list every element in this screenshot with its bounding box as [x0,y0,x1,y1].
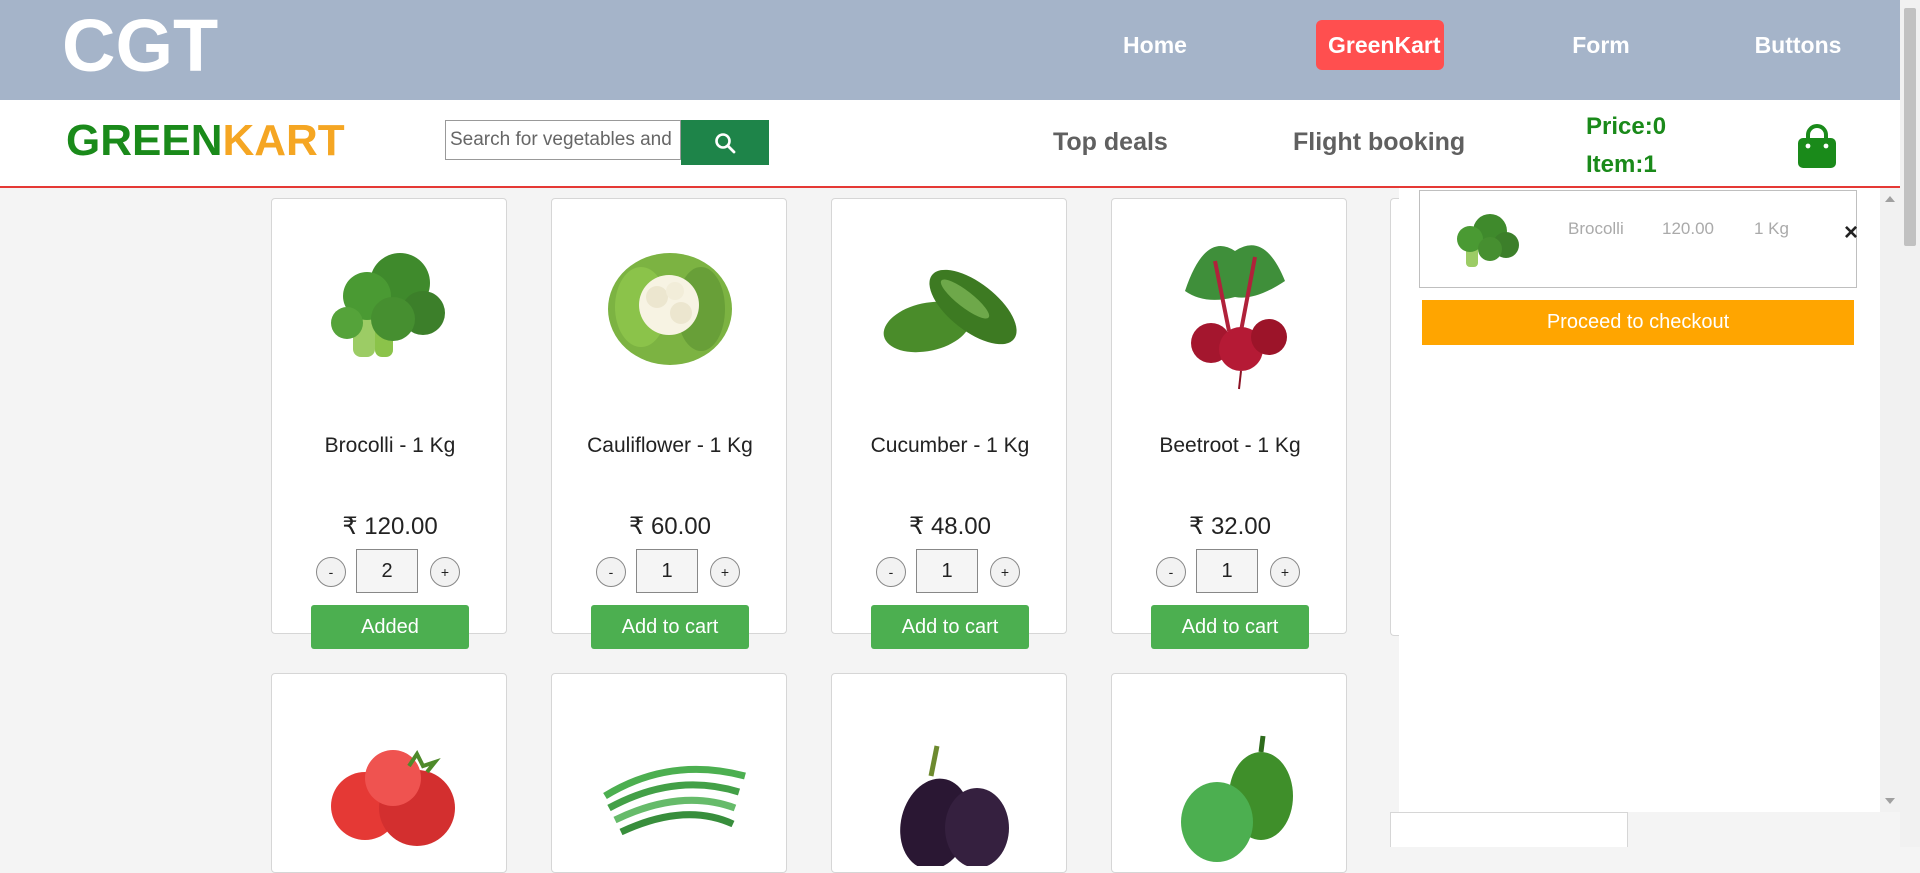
cart-item: Brocolli 120.00 1 Kg × [1419,190,1858,288]
add-to-cart-button[interactable]: Add to cart [1151,605,1309,649]
close-icon[interactable]: × [1844,219,1858,247]
product-price: ₹ 120.00 [342,513,438,540]
decrement-button[interactable]: - [596,557,626,587]
scroll-up-arrow-icon[interactable] [1885,196,1895,202]
add-to-cart-button[interactable]: Add to cart [591,605,749,649]
cart-items-count: Item:1 [1586,151,1657,178]
product-image [1181,735,1293,862]
product-card [1111,673,1347,873]
product-card [831,673,1067,873]
scroll-down-arrow-icon[interactable] [1885,798,1895,804]
decrement-button[interactable]: - [316,557,346,587]
product-image [603,765,746,836]
nav-home[interactable]: Home [1110,20,1200,70]
page-scrollbar[interactable] [1900,0,1920,847]
quantity-input[interactable]: 1 [1196,549,1258,593]
increment-button[interactable]: + [1270,557,1300,587]
product-image [1185,245,1287,390]
product-name: Brocolli - 1 Kg [324,434,456,457]
nav-greenkart[interactable]: GreenKart [1316,20,1444,70]
brand-kart-text: KART [222,116,345,165]
product-price: ₹ 48.00 [909,513,991,540]
cart-item-quantity: 1 Kg [1754,219,1789,238]
product-card: Cucumber - 1 Kg ₹ 48.00 - 1 + Add to car… [831,198,1067,649]
shopping-bag-icon[interactable] [1796,124,1838,168]
add-to-cart-button[interactable]: Add to cart [871,605,1029,649]
nav-form[interactable]: Form [1560,20,1642,70]
greenkart-brand: GREENKART [66,116,345,166]
product-image [331,750,455,846]
brand-green-text: GREEN [66,116,223,165]
product-name: Cucumber - 1 Kg [870,434,1030,457]
flight-booking-link[interactable]: Flight booking [1293,124,1465,160]
product-price: ₹ 60.00 [629,513,711,540]
cart-price: Price:0 [1586,113,1667,140]
product-card [551,673,787,873]
quantity-stepper: - 1 + [876,549,1024,595]
nav-buttons[interactable]: Buttons [1750,20,1846,70]
search-input[interactable] [445,120,681,160]
product-name: Cauliflower - 1 Kg [587,434,753,457]
top-navbar: CGT Home GreenKart Form Buttons [0,0,1900,100]
product-card: Brocolli - 1 Kg ₹ 120.00 - 2 + Added [271,198,507,649]
increment-button[interactable]: + [990,557,1020,587]
page-scrollbar-thumb[interactable] [1904,8,1916,246]
increment-button[interactable]: + [430,557,460,587]
decrement-button[interactable]: - [876,557,906,587]
search-button[interactable] [681,120,769,165]
product-price: ₹ 32.00 [1189,513,1271,540]
cart-scrollbar[interactable] [1880,188,1900,812]
product-image [331,253,445,357]
decrement-button[interactable]: - [1156,557,1186,587]
quantity-stepper: - 1 + [1156,549,1304,595]
cart-item-price: 120.00 [1662,219,1714,238]
product-name: Beetroot - 1 Kg [1159,434,1301,457]
product-card: Cauliflower - 1 Kg ₹ 60.00 - 1 + Add to … [551,198,787,649]
cart-item-image [1457,214,1519,267]
product-image [900,745,1009,866]
greenkart-header: GREENKART Top deals Flight booking Price… [0,100,1900,188]
search-icon [715,132,736,153]
quantity-input[interactable]: 2 [356,549,418,593]
product-card: Beetroot - 1 Kg ₹ 32.00 - 1 + Add to car… [1111,198,1347,649]
cart-info: Price:0 Item:1 [1586,108,1666,184]
increment-button[interactable]: + [710,557,740,587]
add-to-cart-button[interactable]: Added [311,605,469,649]
top-deals-link[interactable]: Top deals [1053,124,1168,160]
product-image [608,253,732,365]
product-image [883,269,1017,353]
product-card [1390,812,1628,847]
cart-item-name: Brocolli [1568,219,1624,238]
cart-preview: Brocolli 120.00 1 Kg × Proceed to checko… [1399,188,1880,812]
cgt-logo[interactable]: CGT [62,2,218,90]
quantity-input[interactable]: 1 [636,549,698,593]
quantity-stepper: - 1 + [596,549,744,595]
quantity-stepper: - 2 + [316,549,464,595]
product-card [271,673,507,873]
quantity-input[interactable]: 1 [916,549,978,593]
proceed-to-checkout-button[interactable]: Proceed to checkout [1422,300,1854,345]
